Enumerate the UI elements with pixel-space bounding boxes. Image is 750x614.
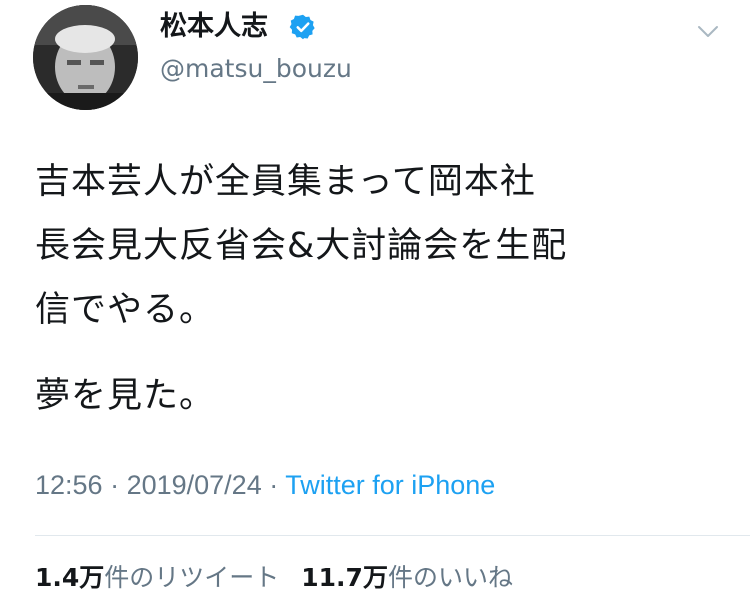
handle[interactable]: @matsu_bouzu — [160, 53, 352, 85]
tweet-meta: 12:56 · 2019/07/24 · Twitter for iPhone — [35, 465, 495, 505]
retweets-stat[interactable]: 1.4万件のリツイート — [35, 560, 279, 596]
tweet-text: 吉本芸人が全員集まって岡本社 長会見大反省会&大討論会を生配 信でやる。 夢を見… — [35, 150, 725, 428]
tweet-line: 長会見大反省会&大討論会を生配 — [35, 226, 568, 266]
likes-stat[interactable]: 11.7万件のいいね — [301, 560, 513, 596]
avatar[interactable] — [33, 5, 138, 110]
verified-badge-icon — [289, 14, 315, 40]
display-name[interactable]: 松本人志 — [160, 10, 268, 44]
tweet-source[interactable]: Twitter for iPhone — [285, 470, 495, 500]
tweet-line: 信でやる。 — [35, 290, 216, 330]
retweets-count: 1.4万 — [35, 563, 105, 592]
meta-separator: · — [102, 470, 127, 500]
retweets-label: 件のリツイート — [104, 563, 280, 592]
tweet-line: 夢を見た。 — [35, 376, 216, 416]
divider — [35, 535, 750, 536]
meta-separator: · — [261, 470, 286, 500]
likes-label: 件のいいね — [387, 563, 513, 592]
tweet-line: 吉本芸人が全員集まって岡本社 — [35, 162, 536, 202]
chevron-down-icon[interactable] — [697, 25, 719, 39]
likes-count: 11.7万 — [301, 563, 388, 592]
tweet-time[interactable]: 12:56 — [35, 470, 103, 500]
tweet-date[interactable]: 2019/07/24 — [127, 470, 262, 500]
tweet-stats: 1.4万件のリツイート 11.7万件のいいね — [35, 560, 513, 596]
